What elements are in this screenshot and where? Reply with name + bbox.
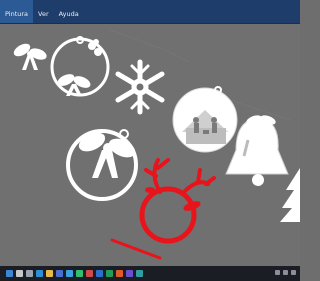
app-icon-1[interactable] [76,270,83,277]
mail-icon[interactable] [66,270,73,277]
wreath-ornament[interactable] [50,36,110,97]
scene-canvas [12,29,300,260]
notification-icon[interactable] [291,270,296,275]
volume-icon[interactable] [283,270,288,275]
search-icon[interactable] [16,270,23,277]
start-icon[interactable] [6,270,13,277]
menu-ayuda[interactable]: Ayuda [54,0,84,18]
app-icon-7[interactable] [136,270,143,277]
taskbar [0,266,300,281]
system-tray [275,270,296,275]
bow-ornament-small[interactable] [12,41,48,70]
app-icon-2[interactable] [86,270,93,277]
snowflake-ornament[interactable] [115,59,165,115]
3d-viewport[interactable] [0,24,300,266]
app-icon-3[interactable] [96,270,103,277]
task-view-icon[interactable] [26,270,33,277]
menu-ver[interactable]: Ver [33,0,54,18]
bow-ornament-large[interactable] [66,129,138,201]
tree-ornament[interactable] [280,168,300,222]
edge-icon[interactable] [36,270,43,277]
network-icon[interactable] [275,270,280,275]
app-icon-4[interactable] [106,270,113,277]
menu-pintura[interactable]: Pintura [0,0,34,23]
menu-bar: Pintura Ver Ayuda [0,0,300,24]
reindeer-ornament[interactable] [110,158,216,260]
nativity-ornament[interactable] [172,86,238,153]
explorer-icon[interactable] [46,270,53,277]
app-icon-5[interactable] [116,270,123,277]
app-icon-6[interactable] [126,270,133,277]
store-icon[interactable] [56,270,63,277]
